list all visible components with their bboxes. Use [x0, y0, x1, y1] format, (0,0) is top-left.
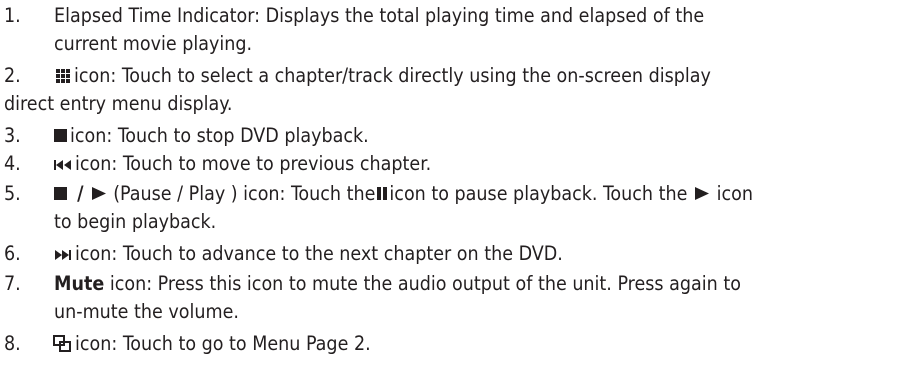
item-number: 7. — [4, 272, 21, 295]
item-text: icon: Touch to select a chapter/track di… — [74, 64, 711, 87]
item-text-line-1: icon: Touch to select a chapter/track di… — [50, 64, 711, 87]
pause-play-text: (Pause / Play ) icon: Touch the — [113, 182, 376, 205]
item-text-line-1: icon: Touch to go to Menu Page 2. — [50, 332, 371, 355]
item-text: icon: Press this icon to mute the audio … — [109, 272, 741, 295]
play-icon — [91, 187, 106, 200]
previous-chapter-icon — [54, 160, 71, 170]
item-text-line-2: to begin playback. — [54, 210, 217, 233]
item-text: icon: Touch to advance to the next chapt… — [75, 242, 563, 265]
item-text-line-2: un-mute the volume. — [54, 300, 239, 323]
item-text: icon: Touch to move to previous chapter. — [75, 152, 432, 175]
item-number: 8. — [4, 332, 21, 355]
item-text-line-1: icon: Touch to move to previous chapter. — [50, 152, 431, 175]
item-text-line-1: Elapsed Time Indicator: Displays the tot… — [54, 4, 705, 27]
item-number: 6. — [4, 242, 21, 265]
cropped-heading-remnant — [0, 0, 60, 2]
pause-icon — [377, 187, 388, 200]
item-text-line-2: direct entry menu display. — [4, 92, 233, 115]
item-number: 5. — [4, 182, 21, 205]
next-chapter-icon — [55, 250, 71, 260]
item-text-line-1: icon: Touch to stop DVD playback. — [50, 124, 369, 147]
item-text: icon: Touch to stop DVD playback. — [70, 124, 369, 147]
chapter-grid-icon — [56, 69, 70, 83]
slash-separator: / — [71, 182, 90, 205]
item-text-line-2: current movie playing. — [54, 32, 253, 55]
pause-text: icon to pause playback. Touch the — [389, 182, 688, 205]
play-icon — [695, 187, 709, 200]
item-number: 4. — [4, 152, 21, 175]
item-text-line-1: / (Pause / Play ) icon: Touch the icon to… — [50, 182, 753, 205]
item-text-line-1: Mute icon: Press this icon to mute the a… — [54, 272, 741, 295]
icon-text: icon — [716, 182, 753, 205]
item-text: icon: Touch to go to Menu Page 2. — [75, 332, 371, 355]
item-number: 1. — [4, 4, 21, 27]
item-number: 3. — [4, 124, 21, 147]
menu-page-2-icon — [53, 335, 71, 352]
stop-icon — [54, 129, 67, 142]
item-number: 2. — [4, 64, 21, 87]
pause-square-icon — [54, 187, 67, 200]
mute-label: Mute — [54, 272, 105, 295]
item-text-line-1: icon: Touch to advance to the next chapt… — [50, 242, 563, 265]
